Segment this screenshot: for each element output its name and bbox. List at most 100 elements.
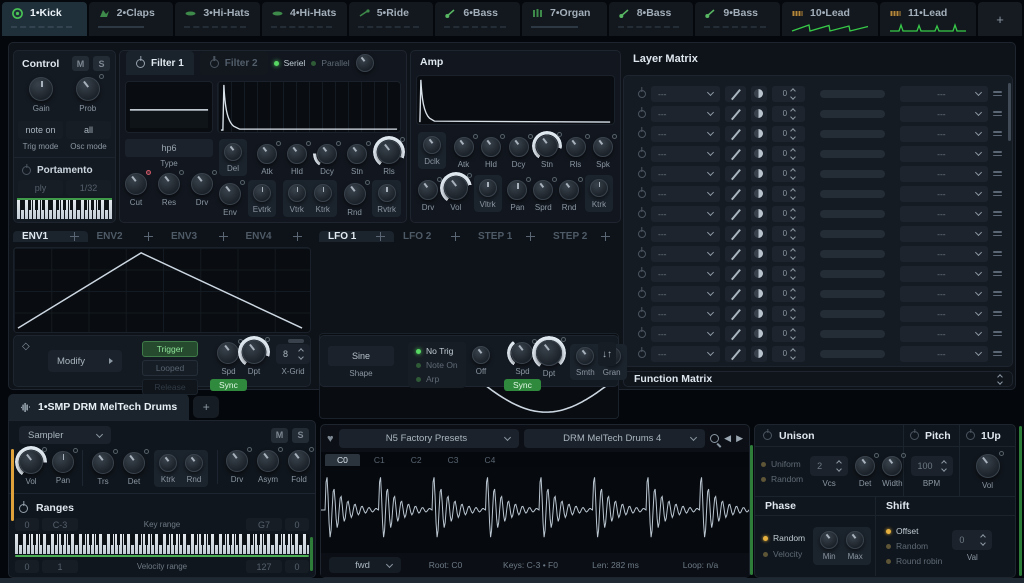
layer-mute-button[interactable]: M <box>271 428 288 443</box>
mod-curve-button[interactable] <box>725 186 745 202</box>
filter1-mini-display[interactable] <box>125 81 213 133</box>
drag-handle-icon[interactable] <box>993 291 1002 296</box>
move-icon[interactable] <box>219 232 228 241</box>
parallel-radio[interactable]: Parallel <box>311 58 349 68</box>
sync-badge[interactable]: Sync <box>210 379 247 391</box>
asym-knob[interactable]: Asym <box>257 450 279 484</box>
filter-keytrack-knob[interactable]: Ktrk <box>314 184 332 214</box>
mod-curve-button[interactable] <box>725 266 745 282</box>
filter-env-veltrack-knob[interactable]: Evtrk <box>248 180 276 217</box>
row-power-icon[interactable] <box>638 330 646 338</box>
mod-curve-button[interactable] <box>725 146 745 162</box>
mod-depth-slider[interactable] <box>820 310 885 318</box>
uniform-radio[interactable]: Uniform <box>761 459 801 469</box>
sampler-pan-knob[interactable]: Pan <box>52 451 74 485</box>
drag-handle-icon[interactable] <box>993 271 1002 276</box>
filter-type-select[interactable]: hp6Type <box>125 139 213 168</box>
amp-veltrack-knob[interactable]: Vltrk <box>474 175 502 212</box>
amp-pan-knob[interactable]: Pan <box>507 180 527 212</box>
track-tab-lead-11[interactable]: 11•Lead <box>880 2 976 36</box>
phase-random-radio[interactable]: Random <box>763 533 805 543</box>
filter-env-release-knob[interactable]: Rls <box>377 140 401 176</box>
row-power-icon[interactable] <box>638 110 646 118</box>
lfo-noteon-radio[interactable]: Note On <box>416 360 458 370</box>
mod-target-select[interactable]: --- <box>900 166 988 182</box>
amp-spike-knob[interactable]: Spk <box>593 137 613 169</box>
drag-handle-icon[interactable] <box>993 351 1002 356</box>
drag-handle-icon[interactable] <box>993 251 1002 256</box>
matrix-scrollbar[interactable] <box>1008 83 1011 141</box>
mod-depth-slider[interactable] <box>820 170 885 178</box>
cutoff-knob[interactable]: Cut <box>125 173 147 207</box>
play-mode-select[interactable]: fwd <box>329 557 401 573</box>
filter2-power-icon[interactable] <box>210 59 219 68</box>
filter-mix-knob[interactable] <box>356 54 374 72</box>
mod-amount-stepper[interactable]: 0 <box>772 86 805 102</box>
x-grid-stepper[interactable]: 8 X-Grid <box>276 344 310 376</box>
preset-select[interactable]: DRM MelTech Drums 4 <box>524 429 705 448</box>
mod-amount-stepper[interactable]: 0 <box>772 246 805 262</box>
prob-knob[interactable]: Prob <box>76 77 100 113</box>
portamento-power-icon[interactable] <box>22 166 31 175</box>
row-power-icon[interactable] <box>638 150 646 158</box>
track-tab-organ[interactable]: 7•Organ <box>522 2 607 36</box>
lfo-depth-knob[interactable]: Dpt <box>536 340 562 378</box>
mod-source-select[interactable]: --- <box>651 326 720 342</box>
mod-target-select[interactable]: --- <box>900 306 988 322</box>
mod-polarity-button[interactable] <box>751 326 768 342</box>
ranges-power-icon[interactable] <box>19 504 28 513</box>
move-icon[interactable] <box>376 232 385 241</box>
mod-source-select[interactable]: --- <box>651 206 720 222</box>
drag-handle-icon[interactable] <box>993 211 1002 216</box>
mod-curve-button[interactable] <box>725 346 745 362</box>
solo-button[interactable]: S <box>93 56 110 71</box>
amp-declick-knob[interactable]: Dclk <box>418 132 446 169</box>
mod-source-select[interactable]: --- <box>651 266 720 282</box>
mod-source-select[interactable]: --- <box>651 306 720 322</box>
mod-depth-slider[interactable] <box>820 270 885 278</box>
filter-env-sustain-knob[interactable]: Stn <box>347 144 367 176</box>
mod-polarity-button[interactable] <box>751 166 768 182</box>
resonance-knob[interactable]: Res <box>158 173 180 207</box>
env1-display[interactable] <box>13 247 311 333</box>
sampler-volume-knob[interactable]: Vol <box>19 450 43 486</box>
mod-depth-slider[interactable] <box>820 190 885 198</box>
track-tab-hihats-3[interactable]: 3•Hi-Hats <box>175 2 260 36</box>
mod-curve-button[interactable] <box>725 326 745 342</box>
layer-solo-button[interactable]: S <box>292 428 309 443</box>
browser-scroll-indicator[interactable] <box>750 445 753 575</box>
sample-tab-c4[interactable]: C4 <box>473 454 508 466</box>
row-power-icon[interactable] <box>638 90 646 98</box>
mod-target-select[interactable]: --- <box>900 226 988 242</box>
mod-amount-stepper[interactable]: 0 <box>772 166 805 182</box>
trig-mode-select[interactable]: note onTrig mode <box>18 121 63 151</box>
mod-amount-stepper[interactable]: 0 <box>772 326 805 342</box>
key-range-keyboard[interactable] <box>15 534 309 557</box>
mod-amount-stepper[interactable]: 0 <box>772 126 805 142</box>
sample-tab-c2[interactable]: C2 <box>399 454 434 466</box>
lfo-shape-select[interactable]: SineShape <box>328 346 394 378</box>
mod-target-select[interactable]: --- <box>900 346 988 362</box>
phase-min-knob[interactable]: Min <box>820 531 838 561</box>
mod-target-select[interactable]: --- <box>900 106 988 122</box>
vel-low[interactable]: 1 <box>42 560 78 573</box>
amp-volume-knob[interactable]: Vol <box>444 176 468 212</box>
mod-curve-button[interactable] <box>725 306 745 322</box>
unison-power-icon[interactable] <box>763 431 772 440</box>
add-layer-button[interactable]: + <box>193 396 219 418</box>
layer-tab-smp[interactable]: 1•SMP DRM MelTech Drums <box>8 394 189 420</box>
track-tab-hihats-4[interactable]: 4•Hi-Hats <box>262 2 347 36</box>
unison-random-radio[interactable]: Random <box>761 474 803 484</box>
row-power-icon[interactable] <box>638 190 646 198</box>
mod-depth-slider[interactable] <box>820 330 885 338</box>
mod-target-select[interactable]: --- <box>900 206 988 222</box>
sample-waveform-display[interactable] <box>321 467 749 553</box>
osc-mode-select[interactable]: allOsc mode <box>66 121 111 151</box>
mod-target-select[interactable]: --- <box>900 186 988 202</box>
track-tab-bass-9[interactable]: 9•Bass <box>695 2 780 36</box>
vel-high[interactable]: 127 <box>246 560 282 573</box>
filter-env-amount-knob[interactable]: Env <box>219 183 241 217</box>
key-high-note[interactable]: G7 <box>246 518 282 531</box>
sync-badge[interactable]: Sync <box>504 379 541 391</box>
shift-roundrobin-radio[interactable]: Round robin <box>886 556 942 566</box>
